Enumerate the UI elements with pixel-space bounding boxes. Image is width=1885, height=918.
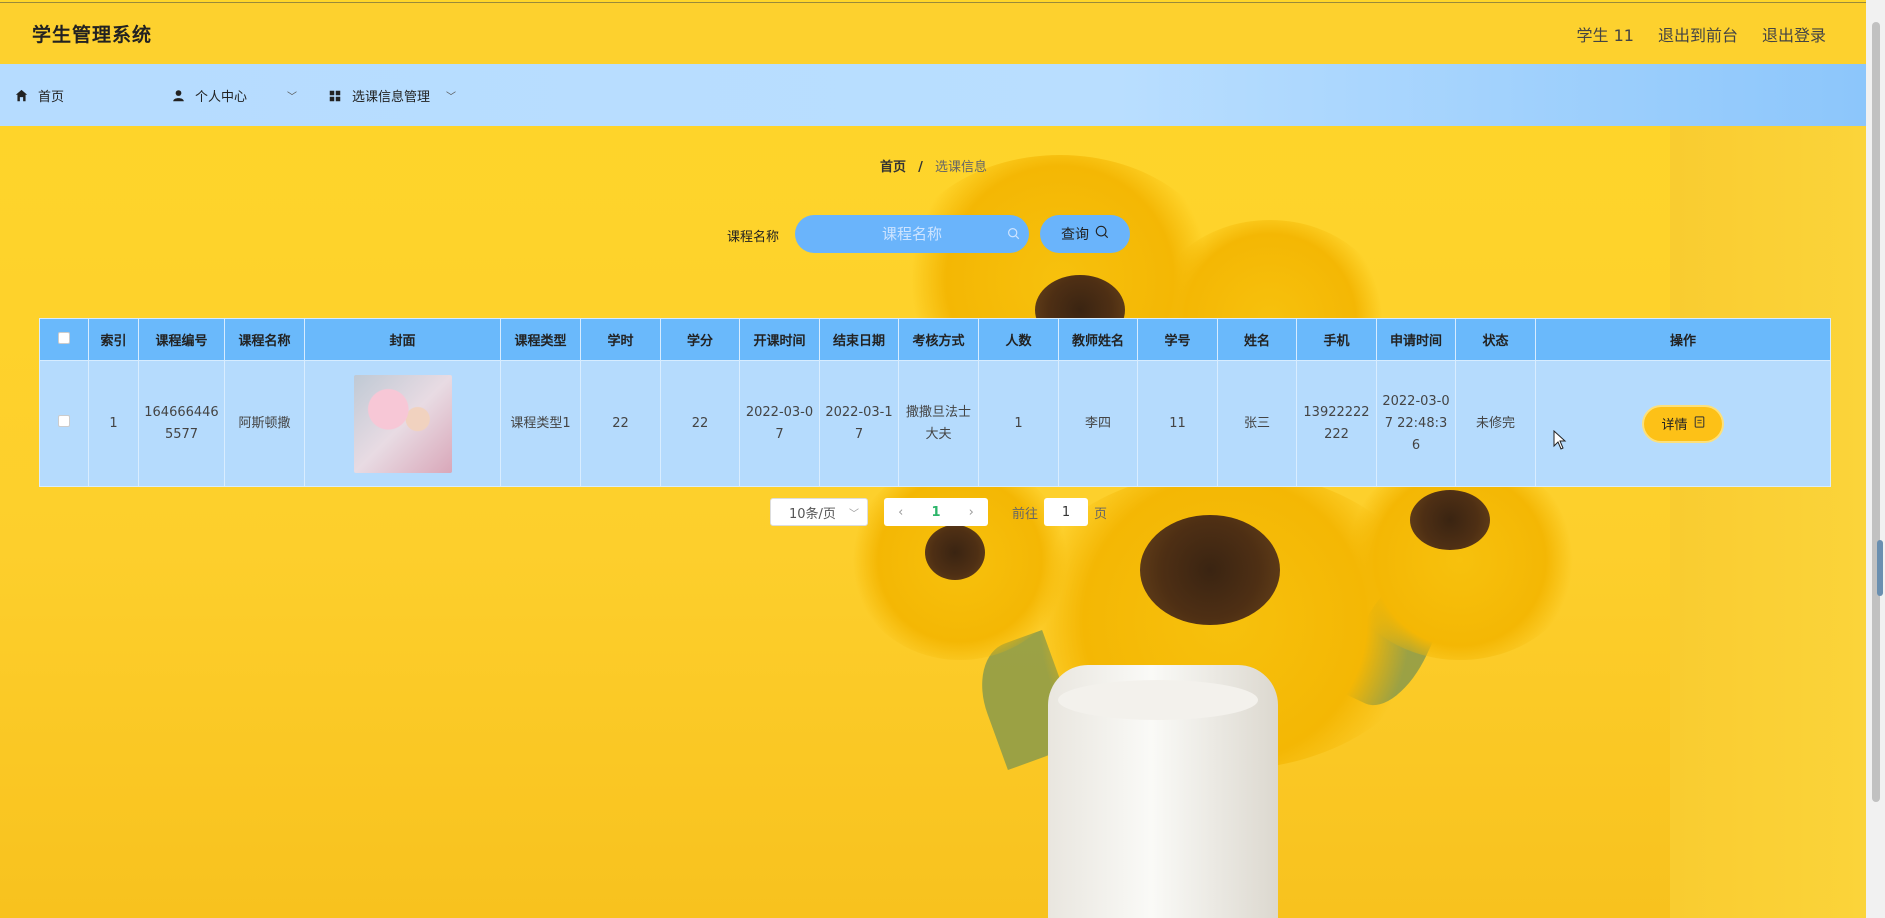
cell-hours: 22 bbox=[580, 360, 661, 487]
cell-course-name: 阿斯顿撒 bbox=[224, 360, 305, 487]
column-header: 人数 bbox=[978, 318, 1059, 361]
nav-course-label: 选课信息管理 bbox=[352, 90, 431, 105]
column-header: 课程名称 bbox=[224, 318, 305, 361]
cover-image bbox=[353, 374, 452, 473]
cell-cover bbox=[304, 360, 501, 487]
search-icon bbox=[1007, 227, 1020, 244]
cell-status: 未修完 bbox=[1455, 360, 1536, 487]
mouse-cursor-icon bbox=[1553, 429, 1567, 454]
page-size-select[interactable]: 10条/页 ﹀ bbox=[770, 498, 868, 526]
background-sunflower-center bbox=[1140, 515, 1280, 625]
home-icon bbox=[14, 89, 28, 103]
background-sunflower-center bbox=[925, 525, 985, 580]
chevron-down-icon: ﹀ bbox=[849, 508, 859, 520]
row-checkbox[interactable] bbox=[58, 414, 70, 427]
course-name-search-input[interactable] bbox=[795, 215, 1029, 253]
app-title: 学生管理系统 bbox=[32, 24, 153, 46]
current-page[interactable]: 1 bbox=[931, 505, 940, 520]
column-header: 封面 bbox=[304, 318, 501, 361]
column-header: 考核方式 bbox=[898, 318, 979, 361]
breadcrumb-separator: / bbox=[918, 160, 923, 175]
cell-name: 张三 bbox=[1217, 360, 1297, 487]
goto-label: 前往 bbox=[1012, 506, 1039, 522]
column-header: 开课时间 bbox=[739, 318, 820, 361]
column-header: 学号 bbox=[1137, 318, 1218, 361]
search-icon bbox=[1095, 225, 1109, 243]
breadcrumb: 首页 / 选课信息 bbox=[880, 156, 987, 175]
detail-button-label: 详情 bbox=[1661, 418, 1688, 433]
scrollbar-indicator bbox=[1877, 540, 1883, 596]
top-actions: 学生 11 退出到前台 退出登录 bbox=[1577, 22, 1826, 46]
cell-exam-method: 撒撒旦法士大夫 bbox=[898, 360, 979, 487]
top-header: 学生管理系统 学生 11 退出到前台 退出登录 bbox=[0, 2, 1866, 64]
cell-credits: 22 bbox=[660, 360, 740, 487]
nav-personal-center[interactable]: 个人中心 ﹀ bbox=[171, 86, 297, 105]
current-user: 学生 11 bbox=[1576, 25, 1634, 45]
column-header: 状态 bbox=[1455, 318, 1536, 361]
column-header: 课程类型 bbox=[500, 318, 581, 361]
grid-icon bbox=[328, 89, 342, 103]
column-header: 学时 bbox=[580, 318, 661, 361]
column-header: 申请时间 bbox=[1376, 318, 1456, 361]
pagination: 10条/页 ﹀ ‹ 1 › 前往 1 页 bbox=[770, 498, 1107, 526]
nav-personal-label: 个人中心 bbox=[195, 90, 248, 105]
select-all-checkbox[interactable] bbox=[58, 331, 70, 344]
search-label: 课程名称 bbox=[727, 230, 780, 245]
column-header: 索引 bbox=[88, 318, 139, 361]
course-selection-table: 索引 课程编号 课程名称 封面 课程类型 学时 学分 开课时间 结束日期 考核方… bbox=[39, 318, 1831, 487]
goto-page-input[interactable]: 1 bbox=[1044, 498, 1089, 526]
prev-page-icon[interactable]: ‹ bbox=[898, 505, 903, 520]
cell-student-no: 11 bbox=[1137, 360, 1218, 487]
logout-link[interactable]: 退出登录 bbox=[1762, 22, 1826, 46]
background-sunflower-center bbox=[1410, 490, 1490, 550]
chevron-down-icon: ﹀ bbox=[446, 92, 457, 103]
nav-home-label: 首页 bbox=[38, 90, 65, 105]
background-wall bbox=[1670, 125, 1866, 918]
column-header: 手机 bbox=[1296, 318, 1377, 361]
query-button[interactable]: 查询 bbox=[1040, 215, 1130, 253]
back-to-front-link[interactable]: 退出到前台 bbox=[1658, 22, 1738, 46]
chevron-down-icon: ﹀ bbox=[287, 92, 298, 103]
cell-teacher: 李四 bbox=[1058, 360, 1138, 487]
next-page-icon[interactable]: › bbox=[969, 505, 974, 520]
column-header: 教师姓名 bbox=[1058, 318, 1138, 361]
page-size-value: 10条/页 bbox=[789, 506, 836, 522]
column-header: 结束日期 bbox=[819, 318, 899, 361]
cell-apply-time: 2022-03-07 22:48:36 bbox=[1376, 360, 1456, 487]
background-vase-neck bbox=[1058, 680, 1258, 720]
breadcrumb-home[interactable]: 首页 bbox=[880, 160, 906, 175]
nav-home[interactable]: 首页 bbox=[14, 86, 64, 105]
user-icon bbox=[171, 89, 185, 103]
nav-course-management[interactable]: 选课信息管理 ﹀ bbox=[328, 86, 456, 105]
table-header-row: 索引 课程编号 课程名称 封面 课程类型 学时 学分 开课时间 结束日期 考核方… bbox=[39, 318, 1831, 361]
select-all-header bbox=[39, 318, 89, 361]
breadcrumb-current: 选课信息 bbox=[935, 160, 988, 175]
row-select-cell bbox=[39, 360, 89, 487]
column-header: 课程编号 bbox=[138, 318, 225, 361]
main-nav: 首页 个人中心 ﹀ 选课信息管理 ﹀ bbox=[0, 64, 1866, 126]
cell-count: 1 bbox=[978, 360, 1059, 487]
goto-suffix: 页 bbox=[1094, 506, 1108, 522]
cell-end-date: 2022-03-17 bbox=[819, 360, 899, 487]
cell-course-no: 1646664465577 bbox=[138, 360, 225, 487]
scrollbar-thumb[interactable] bbox=[1872, 22, 1880, 802]
cell-index: 1 bbox=[88, 360, 139, 487]
detail-button[interactable]: 详情 bbox=[1644, 406, 1722, 441]
cell-course-type: 课程类型1 bbox=[500, 360, 581, 487]
column-header: 操作 bbox=[1535, 318, 1831, 361]
column-header: 姓名 bbox=[1217, 318, 1297, 361]
cell-phone: 13922222222 bbox=[1296, 360, 1377, 487]
table-row: 1 1646664465577 阿斯顿撒 课程类型1 22 22 2022-03… bbox=[39, 360, 1831, 487]
query-button-label: 查询 bbox=[1061, 227, 1089, 243]
document-icon bbox=[1694, 415, 1705, 432]
page-navigation: ‹ 1 › bbox=[884, 498, 988, 526]
cell-start-date: 2022-03-07 bbox=[739, 360, 820, 487]
goto-page: 前往 1 页 bbox=[1012, 498, 1107, 526]
cell-actions: 详情 bbox=[1535, 360, 1831, 487]
column-header: 学分 bbox=[660, 318, 740, 361]
